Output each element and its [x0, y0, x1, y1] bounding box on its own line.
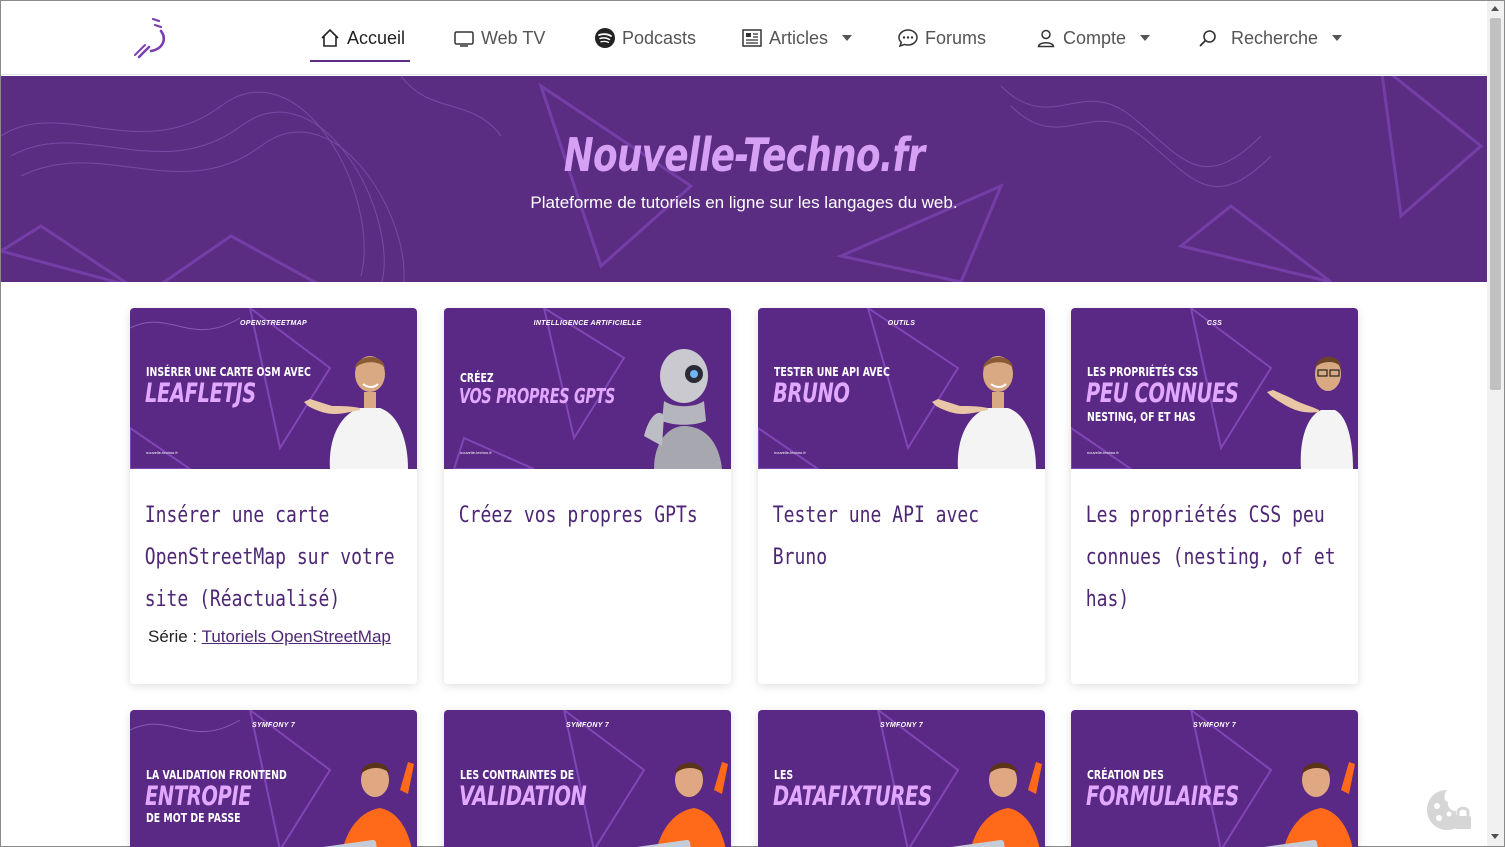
tv-icon: [454, 31, 474, 47]
article-card[interactable]: INTELLIGENCE ARTIFICIELLE CRÉEZ VOS PROP…: [444, 308, 731, 684]
article-card[interactable]: OUTILS TESTER UNE API AVEC BRUNO nouvell…: [758, 308, 1045, 684]
thumbnail-headline: BRUNO: [773, 378, 850, 409]
thumbnail-headline: DATAFIXTURES: [773, 781, 932, 812]
article-title[interactable]: Créez vos propres GPTs: [444, 469, 731, 537]
thumbnail-site: nouvelle-techno.fr: [774, 450, 806, 455]
article-thumbnail[interactable]: OUTILS TESTER UNE API AVEC BRUNO nouvell…: [758, 308, 1045, 469]
article-thumbnail[interactable]: OPENSTREETMAP INSÉRER UNE CARTE OSM AVEC…: [130, 308, 417, 469]
article-card[interactable]: SYMFONY 7 LA VALIDATION FRONTEND ENTROPI…: [130, 710, 417, 847]
article-thumbnail[interactable]: SYMFONY 7 CRÉATION DES FORMULAIRES: [1071, 710, 1358, 847]
article-card[interactable]: SYMFONY 7 CRÉATION DES FORMULAIRES: [1071, 710, 1358, 847]
nav-podcasts-label: Podcasts: [622, 27, 697, 48]
person-pointing-illustration: [932, 356, 1036, 469]
scroll-up-arrow-icon[interactable]: [1491, 6, 1499, 11]
article-thumbnail[interactable]: INTELLIGENCE ARTIFICIELLE CRÉEZ VOS PROP…: [444, 308, 731, 469]
thumbnail-category: OPENSTREETMAP: [240, 320, 307, 327]
nav-forums-label: Forums: [925, 27, 987, 48]
thumbnail-headline: LEAFLETJS: [145, 378, 256, 409]
thumbnail-pretitle: TESTER UNE API AVEC: [774, 365, 890, 379]
hero-subtitle: Plateforme de tutoriels en ligne sur les…: [530, 193, 958, 212]
thumbnail-posttitle: NESTING, OF ET HAS: [1087, 410, 1196, 424]
nav-webtv-label: Web TV: [481, 27, 546, 48]
person-laptop-illustration: [310, 762, 414, 847]
nav-recherche-dropdown[interactable]: Recherche: [1197, 23, 1343, 53]
thumbnail-site: nouvelle-techno.fr: [146, 450, 178, 455]
nav-articles-dropdown[interactable]: Articles: [741, 23, 853, 53]
person-laptop-illustration: [938, 762, 1042, 847]
home-icon: [321, 28, 339, 47]
scroll-down-arrow-icon[interactable]: [1491, 834, 1499, 839]
person-pointing-illustration: [304, 356, 408, 469]
page-scrollbar[interactable]: [1487, 1, 1504, 846]
nav-accueil-label: Accueil: [347, 27, 406, 48]
article-thumbnail[interactable]: CSS LES PROPRIÉTÉS CSS PEU CONNUES NESTI…: [1071, 308, 1358, 469]
thumbnail-category: SYMFONY 7: [1192, 722, 1237, 729]
thumbnail-headline: VOS PROPRES GPTS: [459, 384, 616, 408]
thumbnail-category: SYMFONY 7: [879, 722, 924, 729]
search-icon: [1199, 30, 1216, 47]
site-logo[interactable]: [133, 17, 173, 61]
thumbnail-headline: VALIDATION: [459, 781, 587, 812]
article-title[interactable]: Insérer une carte OpenStreetMap sur votr…: [130, 469, 417, 621]
thumbnail-headline: ENTROPIE: [145, 781, 252, 812]
person-laptop-illustration: [624, 762, 728, 847]
hero-banner: Nouvelle-Techno.fr Plateforme de tutorie…: [1, 76, 1487, 282]
article-card[interactable]: SYMFONY 7 LES CONTRAINTES DE VALIDATION: [444, 710, 731, 847]
thumbnail-pretitle: LES: [774, 768, 794, 782]
hero-title: Nouvelle-Techno.fr: [563, 128, 925, 182]
user-icon: [1037, 29, 1055, 48]
article-serie: Série : Tutoriels OpenStreetMap: [148, 627, 391, 647]
nav-podcasts[interactable]: Podcasts: [594, 23, 696, 53]
article-card[interactable]: CSS LES PROPRIÉTÉS CSS PEU CONNUES NESTI…: [1071, 308, 1358, 684]
thumbnail-category: SYMFONY 7: [251, 722, 296, 729]
article-thumbnail[interactable]: SYMFONY 7 LA VALIDATION FRONTEND ENTROPI…: [130, 710, 417, 847]
robot-illustration: [644, 349, 722, 469]
thumbnail-pretitle: LES CONTRAINTES DE: [460, 768, 575, 782]
serie-link[interactable]: Tutoriels OpenStreetMap: [202, 627, 391, 646]
chat-icon: [898, 29, 918, 48]
person-pointing-illustration: [1267, 356, 1353, 469]
thumbnail-category: CSS: [1206, 320, 1223, 327]
thumbnail-pretitle: LA VALIDATION FRONTEND: [146, 768, 287, 782]
serie-label: Série :: [148, 627, 198, 646]
cookie-settings-icon[interactable]: [1425, 786, 1473, 832]
thumbnail-pretitle: CRÉATION DES: [1087, 768, 1164, 782]
article-title[interactable]: Tester une API avec Bruno: [758, 469, 1045, 579]
person-laptop-illustration: [1251, 762, 1355, 847]
scrollbar-thumb[interactable]: [1490, 18, 1501, 390]
article-thumbnail[interactable]: SYMFONY 7 LES DATAFIXTURES: [758, 710, 1045, 847]
nav-compte-label: Compte: [1063, 27, 1127, 48]
thumbnail-pretitle: INSÉRER UNE CARTE OSM AVEC: [146, 365, 311, 379]
nav-accueil[interactable]: Accueil: [319, 23, 405, 53]
article-thumbnail[interactable]: SYMFONY 7 LES CONTRAINTES DE VALIDATION: [444, 710, 731, 847]
navbar: Accueil Web TV Podcasts Articles Forums …: [1, 1, 1487, 75]
article-title[interactable]: Les propriétés CSS peu connues (nesting,…: [1071, 469, 1358, 621]
thumbnail-pretitle: CRÉEZ: [460, 371, 494, 385]
thumbnail-site: nouvelle-techno.fr: [1087, 450, 1119, 455]
chevron-down-icon: [1140, 35, 1151, 41]
chevron-down-icon: [1332, 35, 1343, 41]
nav-compte-dropdown[interactable]: Compte: [1035, 23, 1151, 53]
nav-recherche-label: Recherche: [1231, 27, 1319, 48]
thumbnail-posttitle: DE MOT DE PASSE: [146, 811, 241, 825]
thumbnail-headline: PEU CONNUES: [1086, 378, 1239, 409]
newspaper-icon: [742, 29, 762, 47]
thumbnail-category: OUTILS: [887, 320, 916, 327]
thumbnail-pretitle: LES PROPRIÉTÉS CSS: [1087, 365, 1199, 379]
thumbnail-site: nouvelle-techno.fr: [460, 450, 492, 455]
spotify-icon: [595, 28, 615, 48]
thumbnail-category: SYMFONY 7: [565, 722, 610, 729]
nav-webtv[interactable]: Web TV: [453, 23, 545, 53]
thumbnail-category: INTELLIGENCE ARTIFICIELLE: [533, 320, 642, 327]
nav-active-indicator: [310, 60, 410, 62]
nav-articles-label: Articles: [769, 27, 829, 48]
thumbnail-headline: FORMULAIRES: [1086, 781, 1239, 812]
article-card[interactable]: OPENSTREETMAP INSÉRER UNE CARTE OSM AVEC…: [130, 308, 417, 684]
chevron-down-icon: [842, 35, 853, 41]
article-card[interactable]: SYMFONY 7 LES DATAFIXTURES: [758, 710, 1045, 847]
nav-forums[interactable]: Forums: [897, 23, 986, 53]
